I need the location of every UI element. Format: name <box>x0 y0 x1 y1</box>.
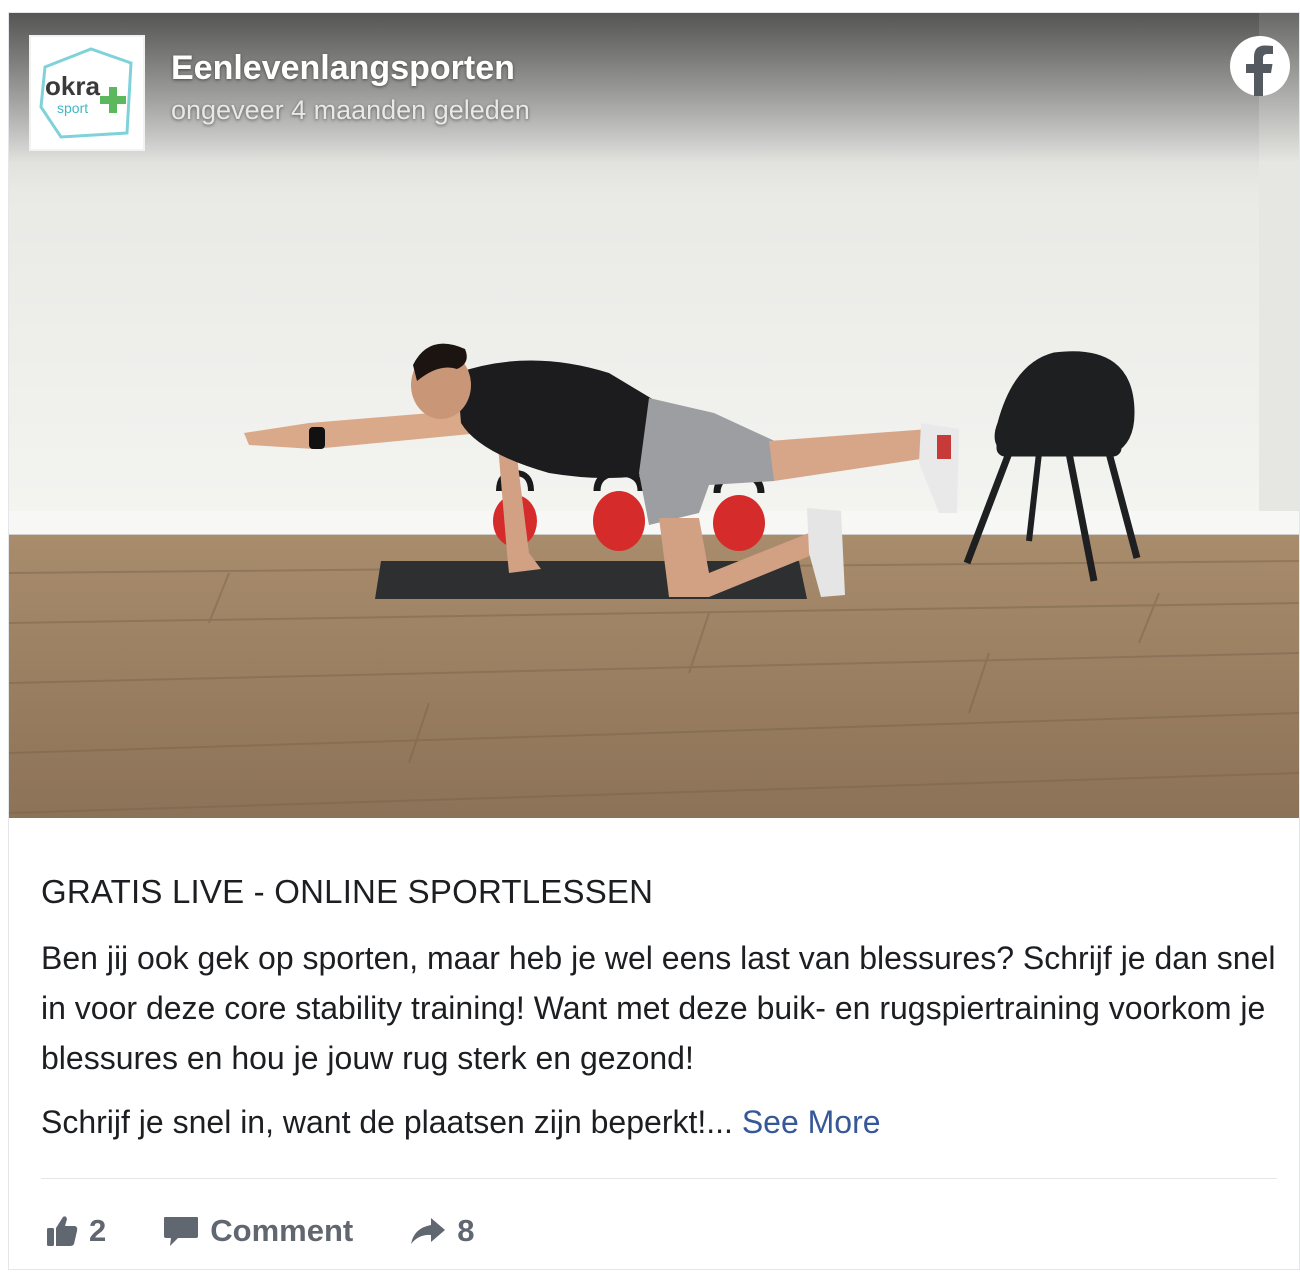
okra-sport-logo-icon: okra sport <box>39 47 133 139</box>
comment-bubble-icon <box>164 1217 199 1246</box>
post-title: GRATIS LIVE - ONLINE SPORTLESSEN <box>41 873 654 910</box>
post-body: Ben jij ook gek op sporten, maar heb je … <box>41 933 1276 1147</box>
see-more-link[interactable]: See More <box>742 1104 881 1140</box>
post-body-text: Schrijf je snel in, want de plaatsen zij… <box>41 1104 733 1140</box>
facebook-post-card: okra sport Eenlevenlangsporten ongeveer … <box>8 12 1300 1270</box>
actions-divider <box>41 1178 1277 1179</box>
like-button[interactable]: 2 <box>45 1213 106 1249</box>
post-video-thumbnail[interactable]: okra sport Eenlevenlangsporten ongeveer … <box>9 13 1299 818</box>
svg-text:okra: okra <box>45 71 100 101</box>
post-body-paragraph: Schrijf je snel in, want de plaatsen zij… <box>41 1097 1276 1147</box>
facebook-icon[interactable] <box>1229 35 1291 97</box>
share-button[interactable]: 8 <box>409 1213 474 1249</box>
post-body-paragraph: Ben jij ook gek op sporten, maar heb je … <box>41 940 1276 1076</box>
comment-label: Comment <box>210 1213 354 1248</box>
header-gradient-overlay <box>9 13 1299 163</box>
svg-text:sport: sport <box>57 100 88 116</box>
share-arrow-icon <box>411 1218 446 1244</box>
share-count: 8 <box>457 1213 475 1248</box>
post-timestamp[interactable]: ongeveer 4 maanden geleden <box>171 95 530 126</box>
like-count: 2 <box>89 1213 107 1248</box>
page-name[interactable]: Eenlevenlangsporten <box>171 49 515 88</box>
comment-button[interactable]: Comment <box>162 1213 353 1249</box>
page-avatar[interactable]: okra sport <box>29 35 145 151</box>
post-actions-bar: 2 Comment 8 <box>41 1203 474 1259</box>
thumbs-up-icon <box>47 1216 78 1246</box>
